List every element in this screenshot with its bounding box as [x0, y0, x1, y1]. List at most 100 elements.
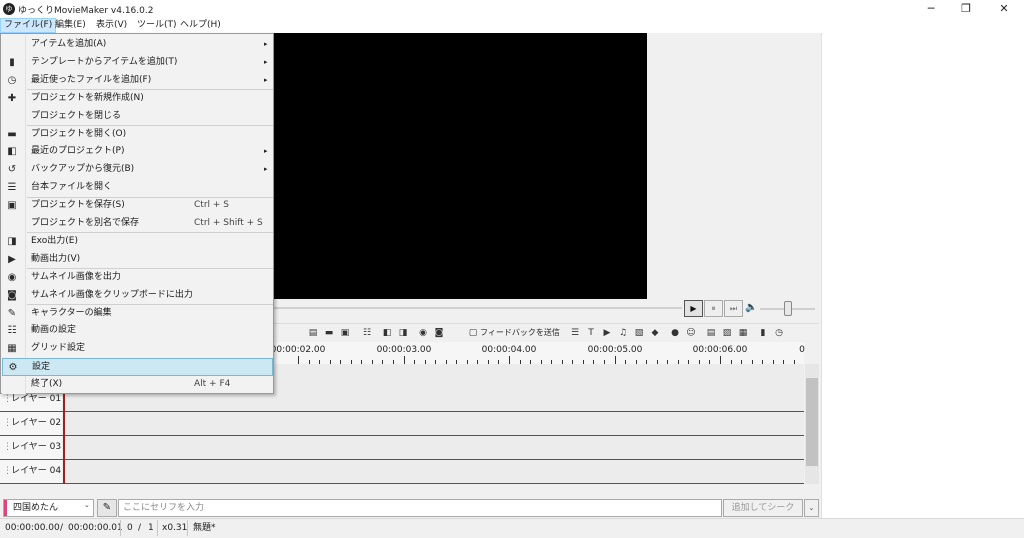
layer-grip-icon[interactable]: ⋮ [3, 460, 12, 483]
menu-item-export-thumbnail[interactable]: ◉ サムネイル画像を出力 [2, 269, 273, 287]
folder-icon[interactable]: ▬ [323, 327, 335, 339]
music-icon[interactable]: ♫ [617, 327, 629, 339]
menu-item-label: 設定 [32, 362, 51, 373]
layer-row[interactable]: レイヤー 02 ⋮ [0, 412, 804, 436]
timeline-horizontal-scrollbar[interactable] [0, 484, 819, 498]
menu-item-add-recent-file[interactable]: ◷ 最近使ったファイルを追加(F) ▸ [2, 72, 273, 90]
ruler-tick [720, 356, 721, 364]
face-icon[interactable]: ☺ [685, 327, 697, 339]
text-icon[interactable]: T [585, 327, 597, 339]
menu-item-add-item[interactable]: アイテムを追加(A) ▸ [2, 36, 273, 54]
ruler-label: 0 [799, 345, 805, 355]
layer-row[interactable]: レイヤー 04 ⋮ [0, 460, 804, 484]
close-button[interactable]: ✕ [987, 1, 1021, 17]
maximize-button[interactable]: ❐ [949, 1, 983, 17]
add-and-seek-button[interactable]: 追加してシーク [723, 499, 803, 517]
restore-backup-icon: ↺ [7, 164, 17, 176]
app-icon: ゆ [3, 3, 15, 15]
menu-item-video-export[interactable]: ▶ 動画出力(V) [2, 251, 273, 269]
grid-icon[interactable]: ▦ [737, 327, 749, 339]
ruler-label: 00:00:06.00 [692, 345, 748, 355]
submenu-arrow-icon: ▸ [264, 40, 268, 48]
total-frames: 1 [148, 523, 154, 533]
menu-item-label: プロジェクトを閉じる [31, 110, 122, 121]
shape-icon[interactable]: ◆ [649, 327, 661, 339]
time-ruler[interactable]: 00:00:02.00 00:00:03.00 00:00:04.00 00:0… [271, 342, 805, 364]
feedback-icon[interactable]: ▢ [467, 327, 479, 339]
video-preview[interactable] [272, 33, 647, 299]
ruler-label: 00:00:04.00 [481, 345, 537, 355]
menu-item-label: 動画の設定 [31, 325, 77, 336]
scrollbar-thumb[interactable] [806, 378, 818, 466]
menu-item-shortcut: Ctrl + S [194, 200, 229, 211]
layer-row[interactable]: レイヤー 03 ⋮ [0, 436, 804, 460]
menu-item-video-settings[interactable]: ☷ 動画の設定 [2, 322, 273, 340]
edit-character-button[interactable]: ✎ [97, 499, 117, 517]
camera-icon[interactable]: ◉ [417, 327, 429, 339]
menu-item-add-item-from-template[interactable]: ▮ テンプレートからアイテムを追加(T) ▸ [2, 54, 273, 72]
gallery-icon[interactable]: ▨ [721, 327, 733, 339]
copy-icon[interactable]: ◧ [381, 327, 393, 339]
menu-tools[interactable]: ツール(T) [134, 18, 180, 33]
menu-item-grid-settings[interactable]: ▦ グリッド設定 [2, 340, 273, 358]
add-recent-file-icon: ◷ [7, 74, 17, 86]
feedback-button[interactable]: フィードバックを送信 [480, 327, 560, 338]
menu-item-label: サムネイル画像を出力 [31, 271, 121, 282]
paste-icon[interactable]: ◨ [397, 327, 409, 339]
settings-sliders-icon[interactable]: ☷ [361, 327, 373, 339]
layer-grip-icon[interactable]: ⋮ [3, 412, 12, 435]
menu-item-edit-character[interactable]: ✎ キャラクターの編集 [2, 305, 273, 323]
export-thumbnail-icon: ◉ [7, 271, 17, 283]
clipboard-camera-icon[interactable]: ◙ [433, 327, 445, 339]
next-frame-button[interactable]: ⏭ [724, 300, 743, 317]
volume-slider-thumb[interactable] [784, 301, 792, 316]
character-select[interactable]: 四国めたん [3, 499, 94, 517]
menu-item-recent-projects[interactable]: ◧ 最近のプロジェクト(P) ▸ [2, 143, 273, 161]
clock-icon[interactable]: ◷ [773, 327, 785, 339]
menu-item-exo-export[interactable]: ◨ Exo出力(E) [2, 233, 273, 251]
status-divider [157, 520, 158, 536]
menu-item-label: プロジェクトを開く(O) [31, 128, 127, 139]
exo-export-icon: ◨ [7, 235, 17, 247]
menu-item-settings[interactable]: ⚙ 設定 [2, 358, 273, 377]
split-icon[interactable]: ▤ [307, 327, 319, 339]
save-icon[interactable]: ▣ [339, 327, 351, 339]
settings-icon: ⚙ [8, 362, 18, 374]
menu-help[interactable]: ヘルプ(H) [177, 18, 224, 33]
menu-item-save-project[interactable]: ▣ プロジェクトを保存(S) Ctrl + S [2, 197, 273, 215]
chevron-down-icon[interactable]: ⌄ [84, 501, 90, 509]
menu-edit[interactable]: 編集(E) [52, 18, 89, 33]
menu-item-label: 最近使ったファイルを追加(F) [31, 74, 152, 85]
chevron-down-icon[interactable]: ⌄ [804, 499, 819, 517]
menu-item-thumbnail-to-clipboard[interactable]: ◙ サムネイル画像をクリップボードに出力 [2, 287, 273, 305]
video-icon[interactable]: ▶ [601, 327, 613, 339]
seek-bar[interactable] [272, 307, 682, 309]
status-divider [187, 520, 188, 536]
serif-input[interactable]: ここにセリフを入力 [118, 499, 722, 517]
time-separator: / [60, 523, 64, 533]
comment-icon[interactable]: ☰ [569, 327, 581, 339]
menu-item-label: 動画出力(V) [31, 253, 81, 264]
submenu-arrow-icon: ▸ [264, 147, 268, 156]
volume-icon[interactable]: 🔈 [745, 302, 757, 313]
menu-item-new-project[interactable]: ✚ プロジェクトを新規作成(N) [2, 90, 273, 108]
image-icon[interactable]: ▧ [633, 327, 645, 339]
pause-button[interactable]: ⏸ [704, 300, 723, 317]
minimize-button[interactable]: ─ [914, 1, 948, 17]
menu-view[interactable]: 表示(V) [93, 18, 130, 33]
menu-item-label: 台本ファイルを開く [31, 182, 113, 193]
menu-item-label: アイテムを追加(A) [31, 39, 107, 49]
menu-item-close-project[interactable]: プロジェクトを閉じる [2, 108, 273, 126]
menu-file[interactable]: ファイル(F) [0, 18, 57, 33]
menu-item-label: 最近のプロジェクト(P) [31, 146, 125, 157]
play-button[interactable]: ▶ [684, 300, 703, 317]
menu-item-open-project[interactable]: ▬ プロジェクトを開く(O) [2, 126, 273, 144]
character-icon[interactable]: ● [669, 327, 681, 339]
menu-item-open-script-file[interactable]: ☰ 台本ファイルを開く [2, 179, 273, 197]
bookmark-icon[interactable]: ▮ [757, 327, 769, 339]
layer-grip-icon[interactable]: ⋮ [3, 436, 12, 459]
menu-item-restore-backup[interactable]: ↺ バックアップから復元(B) ▸ [2, 161, 273, 179]
menu-item-exit[interactable]: 終了(X) Alt + F4 [2, 376, 273, 394]
add-file-icon[interactable]: ▤ [705, 327, 717, 339]
menu-item-save-project-as[interactable]: プロジェクトを別名で保存 Ctrl + Shift + S [2, 215, 273, 233]
